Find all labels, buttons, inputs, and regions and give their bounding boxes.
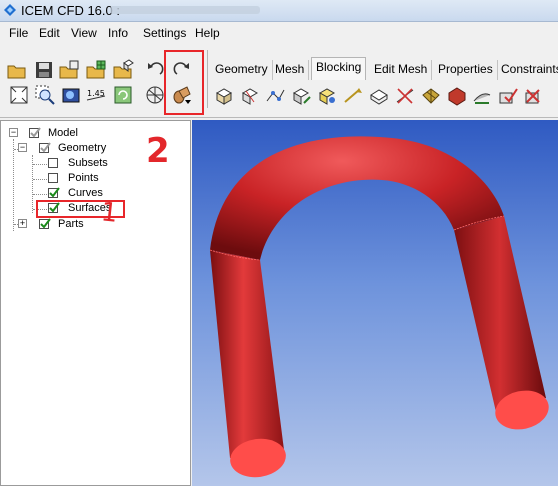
associate-icon[interactable] xyxy=(316,85,338,107)
annotation-step-2: 2 xyxy=(146,131,170,171)
fit-window-icon[interactable] xyxy=(8,84,30,106)
menu-help[interactable]: Help xyxy=(195,26,220,40)
expand-model-toggle[interactable]: − xyxy=(9,128,18,137)
tree-item-model[interactable]: Model xyxy=(48,126,78,140)
tab-blocking[interactable]: Blocking xyxy=(311,57,367,80)
undo-icon[interactable] xyxy=(144,59,166,81)
tree-connector xyxy=(33,164,47,165)
tree-item-subsets[interactable]: Subsets xyxy=(68,156,108,170)
u-pipe-model xyxy=(209,136,549,478)
menu-settings[interactable]: Settings xyxy=(143,26,186,40)
tab-mesh[interactable]: Mesh xyxy=(271,60,310,80)
tree-item-parts[interactable]: Parts xyxy=(58,217,84,231)
geometry-checkbox[interactable] xyxy=(39,142,51,153)
tree-item-curves[interactable]: Curves xyxy=(68,186,103,200)
toolbar-separator xyxy=(207,50,208,108)
model-checkbox[interactable] xyxy=(29,127,41,138)
annotation-step-1: 1 xyxy=(99,197,120,229)
pre-mesh-quality-icon[interactable] xyxy=(446,85,468,107)
icem-app-icon xyxy=(4,4,16,16)
window-title: ICEM CFD 16.0 : xyxy=(21,3,120,18)
split-block-icon[interactable] xyxy=(239,85,261,107)
create-block-icon[interactable] xyxy=(213,85,235,107)
expand-geometry-toggle[interactable]: − xyxy=(18,143,27,152)
open-mesh-icon[interactable] xyxy=(85,59,107,81)
tab-edit-mesh[interactable]: Edit Mesh xyxy=(370,60,433,80)
tab-constraints[interactable]: Constraints xyxy=(497,60,558,80)
tab-properties[interactable]: Properties xyxy=(434,60,498,80)
curves-checkbox[interactable] xyxy=(48,187,60,198)
tab-geometry[interactable]: Geometry xyxy=(211,60,273,80)
menu-view[interactable]: View xyxy=(71,26,97,40)
save-icon[interactable] xyxy=(33,59,55,81)
tree-connector xyxy=(13,139,14,231)
subsets-checkbox[interactable] xyxy=(48,158,58,168)
delete-block-icon[interactable] xyxy=(522,85,544,107)
graphics-viewport[interactable] xyxy=(192,120,558,486)
transform-blocks-icon[interactable] xyxy=(368,85,390,107)
edit-block-icon[interactable] xyxy=(290,85,312,107)
tree-connector xyxy=(33,179,47,180)
open-blocking-icon[interactable] xyxy=(112,59,134,81)
points-checkbox[interactable] xyxy=(48,173,58,183)
refresh-icon[interactable] xyxy=(112,84,134,106)
open-geometry-icon[interactable] xyxy=(58,59,80,81)
title-bar: ICEM CFD 16.0 : xyxy=(0,0,558,22)
merge-vertices-icon[interactable] xyxy=(264,85,286,107)
pre-mesh-params-icon[interactable] xyxy=(420,85,442,107)
display-mode-icon[interactable] xyxy=(60,84,82,106)
model-tree-panel: − Model − Geometry Subsets Points Curves… xyxy=(0,120,191,486)
tree-item-geometry[interactable]: Geometry xyxy=(58,141,106,155)
parts-checkbox[interactable] xyxy=(39,218,51,229)
toolbar-highlight-box xyxy=(164,50,204,115)
pre-mesh-smooth-icon[interactable] xyxy=(471,85,493,107)
menu-edit[interactable]: Edit xyxy=(39,26,60,40)
expand-parts-toggle[interactable]: + xyxy=(18,219,27,228)
title-path-blurred xyxy=(110,6,260,14)
move-vertex-icon[interactable] xyxy=(342,85,364,107)
zoom-box-icon[interactable] xyxy=(34,84,56,106)
check-blocks-icon[interactable] xyxy=(497,85,519,107)
menu-info[interactable]: Info xyxy=(108,26,128,40)
wireframe-solid-icon[interactable] xyxy=(144,84,166,106)
measure-icon[interactable]: 1.45 xyxy=(85,84,107,106)
toolbar-area: 1.45 Geometry Mesh Blocking Edit Mesh Pr… xyxy=(0,44,558,118)
tree-item-points[interactable]: Points xyxy=(68,171,99,185)
menu-file[interactable]: File xyxy=(9,26,28,40)
menu-bar: File Edit View Info Settings Help xyxy=(0,22,558,44)
open-folder-icon[interactable] xyxy=(6,59,28,81)
tree-connector xyxy=(33,194,47,195)
edit-edge-icon[interactable] xyxy=(394,85,416,107)
